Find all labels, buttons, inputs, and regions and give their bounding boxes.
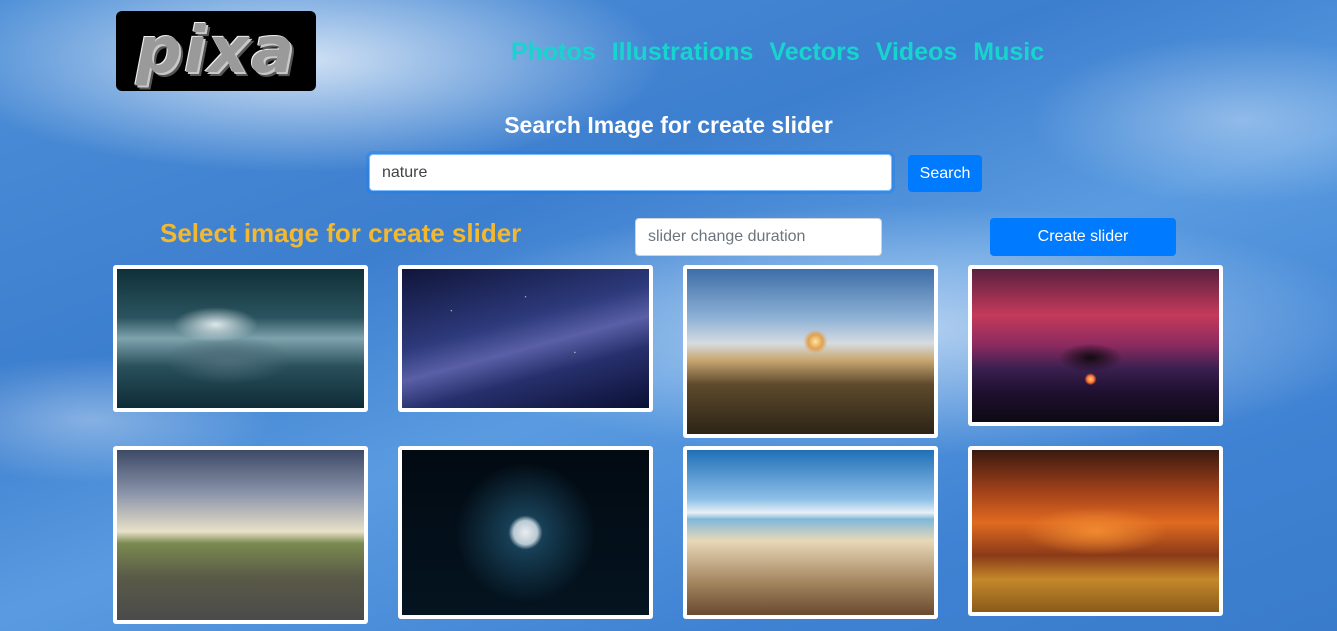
pier-sea-image <box>687 450 934 615</box>
search-input[interactable] <box>369 154 892 191</box>
tree-red-sky-image <box>972 269 1219 422</box>
select-image-title: Select image for create slider <box>160 218 522 248</box>
image-card-full-moon[interactable] <box>398 446 653 619</box>
search-button[interactable]: Search <box>908 155 982 192</box>
search-title: Search Image for create slider <box>504 112 833 138</box>
slider-duration-input[interactable] <box>635 218 882 256</box>
create-slider-button[interactable]: Create slider <box>990 218 1176 256</box>
country-road-image <box>117 450 364 620</box>
logo-text: pixa <box>135 14 297 88</box>
storm-clouds-image <box>117 269 364 408</box>
milky-way-image <box>402 269 649 408</box>
image-card-mountain-sunset[interactable] <box>683 265 938 438</box>
mountain-sunset-image <box>687 269 934 434</box>
image-card-tree-red-sky[interactable] <box>968 265 1223 426</box>
orange-sky-field-image <box>972 450 1219 612</box>
nav-photos[interactable]: Photos <box>511 38 596 67</box>
image-card-country-road[interactable] <box>113 446 368 624</box>
image-card-storm-clouds[interactable] <box>113 265 368 412</box>
full-moon-image <box>402 450 649 615</box>
image-card-milky-way[interactable] <box>398 265 653 412</box>
nav-illustrations[interactable]: Illustrations <box>612 38 754 67</box>
nav-videos[interactable]: Videos <box>876 38 958 67</box>
image-card-orange-sky-field[interactable] <box>968 446 1223 616</box>
main-nav: Photos Illustrations Vectors Videos Musi… <box>511 38 1044 67</box>
nav-vectors[interactable]: Vectors <box>769 38 859 67</box>
nav-music[interactable]: Music <box>973 38 1044 67</box>
logo[interactable]: pixa <box>116 11 316 91</box>
image-card-pier-sea[interactable] <box>683 446 938 619</box>
